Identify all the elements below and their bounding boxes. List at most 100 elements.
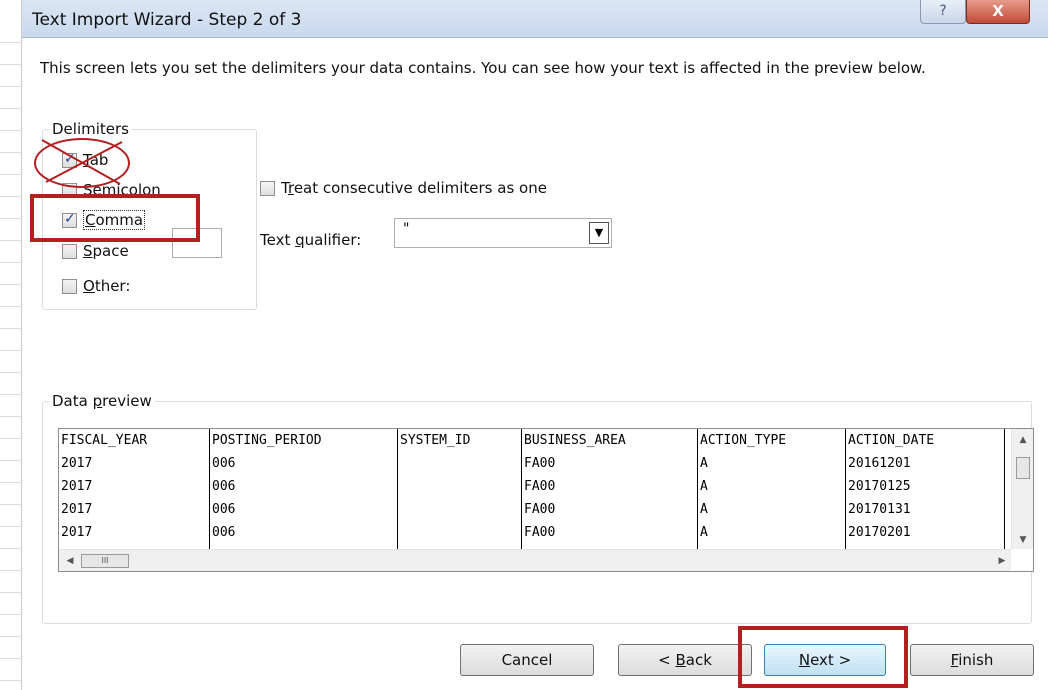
title-bar[interactable]: Text Import Wizard - Step 2 of 3 ? X — [22, 0, 1048, 38]
cell: A — [700, 525, 708, 540]
scroll-down-icon[interactable]: ▼ — [1012, 531, 1034, 549]
row-line — [0, 658, 22, 659]
preview-column[interactable]: ACTION_DATE 20161201 20170125 20170131 2… — [845, 429, 1005, 549]
row-line — [0, 196, 22, 197]
cell: 20170125 — [848, 479, 911, 494]
row-line — [0, 416, 22, 417]
cell: 20170131 — [848, 502, 911, 517]
column-header: ACTION_TYPE — [700, 433, 787, 448]
close-button[interactable]: X — [966, 0, 1030, 24]
spreadsheet-background — [0, 0, 22, 690]
cell — [398, 452, 521, 475]
row-line — [0, 42, 22, 43]
row-line — [0, 592, 22, 593]
cell: 20161201 — [848, 456, 911, 471]
treat-consecutive-row[interactable]: Treat consecutive delimiters as one — [260, 178, 547, 198]
horizontal-scrollbar[interactable]: ◀ III ▶ — [59, 549, 1011, 571]
cell: 2017 — [61, 502, 93, 517]
scroll-right-icon[interactable]: ▶ — [993, 550, 1011, 572]
row-line — [0, 548, 22, 549]
scroll-left-icon[interactable]: ◀ — [61, 550, 79, 572]
preview-column[interactable]: SYSTEM_ID — [397, 429, 521, 549]
other-checkbox[interactable] — [62, 278, 77, 294]
row-line — [0, 372, 22, 373]
row-line — [0, 350, 22, 351]
preview-column[interactable]: POSTING_PERIOD 006 006 006 006 — [209, 429, 397, 549]
other-checkbox-row[interactable]: Other: — [62, 276, 130, 296]
row-line — [0, 504, 22, 505]
help-button[interactable]: ? — [920, 0, 966, 24]
cell: FA00 — [524, 456, 556, 471]
cell: 006 — [212, 456, 236, 471]
row-line — [0, 174, 22, 175]
treat-consecutive-checkbox[interactable] — [260, 180, 275, 196]
cell — [398, 475, 521, 498]
space-label: Space — [83, 242, 129, 260]
scroll-up-icon[interactable]: ▲ — [1012, 431, 1034, 449]
help-icon: ? — [939, 3, 947, 19]
row-line — [0, 482, 22, 483]
cancel-button[interactable]: Cancel — [460, 644, 594, 676]
cell: 006 — [212, 479, 236, 494]
column-header: FISCAL_YEAR — [61, 433, 148, 448]
row-line — [0, 240, 22, 241]
cell: 2017 — [61, 456, 93, 471]
preview-column[interactable]: ACTION_TYPE A A A A — [697, 429, 845, 549]
space-checkbox[interactable] — [62, 243, 77, 259]
cell: 2017 — [61, 525, 93, 540]
row-line — [0, 570, 22, 571]
space-checkbox-row[interactable]: Space — [62, 241, 129, 261]
row-line — [0, 680, 22, 681]
row-line — [0, 438, 22, 439]
text-qualifier-select[interactable]: " ▼ — [394, 218, 612, 248]
next-highlight-box — [738, 626, 908, 688]
preview-grid: FISCAL_YEAR 2017 2017 2017 2017 POSTING_… — [59, 429, 1011, 549]
comma-highlight-box — [30, 194, 200, 242]
delimiters-legend: Delimiters — [52, 120, 129, 138]
row-line — [0, 218, 22, 219]
data-preview-legend: Data preview — [52, 392, 152, 410]
dialog-body: This screen lets you set the delimiters … — [22, 38, 1048, 690]
cell: A — [700, 502, 708, 517]
data-preview-table[interactable]: FISCAL_YEAR 2017 2017 2017 2017 POSTING_… — [58, 428, 1034, 572]
row-line — [0, 108, 22, 109]
vertical-scrollbar[interactable]: ▲ ▼ — [1011, 429, 1033, 549]
row-line — [0, 64, 22, 65]
row-line — [0, 130, 22, 131]
other-label: Other: — [83, 277, 131, 295]
cell: FA00 — [524, 502, 556, 517]
cell — [398, 498, 521, 521]
row-line — [0, 262, 22, 263]
row-line — [0, 460, 22, 461]
cell: 20170201 — [848, 525, 911, 540]
column-header: BUSINESS_AREA — [524, 433, 626, 448]
column-header: SYSTEM_ID — [400, 433, 471, 448]
finish-button[interactable]: Finish — [910, 644, 1034, 676]
close-icon: X — [992, 2, 1004, 20]
text-import-wizard-dialog: Text Import Wizard - Step 2 of 3 ? X Thi… — [22, 0, 1048, 690]
cell: FA00 — [524, 479, 556, 494]
cell: A — [700, 479, 708, 494]
cell: 006 — [212, 502, 236, 517]
horizontal-scroll-thumb[interactable]: III — [81, 554, 129, 568]
vertical-scroll-thumb[interactable] — [1016, 457, 1030, 479]
cell: A — [700, 456, 708, 471]
row-line — [0, 284, 22, 285]
cell: 2017 — [61, 479, 93, 494]
dropdown-arrow-icon[interactable]: ▼ — [589, 222, 609, 244]
row-line — [0, 152, 22, 153]
row-line — [0, 306, 22, 307]
treat-consecutive-label: Treat consecutive delimiters as one — [281, 179, 547, 197]
preview-column[interactable]: FISCAL_YEAR 2017 2017 2017 2017 — [59, 429, 209, 549]
cell — [398, 521, 521, 544]
back-button[interactable]: < Back — [618, 644, 752, 676]
column-header: ACTION_DATE — [848, 433, 935, 448]
text-qualifier-value: " — [403, 221, 410, 237]
text-qualifier-label: Text qualifier: — [260, 231, 362, 249]
cell: 006 — [212, 525, 236, 540]
row-line — [0, 526, 22, 527]
window-title: Text Import Wizard - Step 2 of 3 — [32, 10, 302, 30]
preview-column[interactable]: BUSINESS_AREA FA00 FA00 FA00 FA00 — [521, 429, 697, 549]
instructions-text: This screen lets you set the delimiters … — [40, 59, 926, 77]
row-line — [0, 394, 22, 395]
